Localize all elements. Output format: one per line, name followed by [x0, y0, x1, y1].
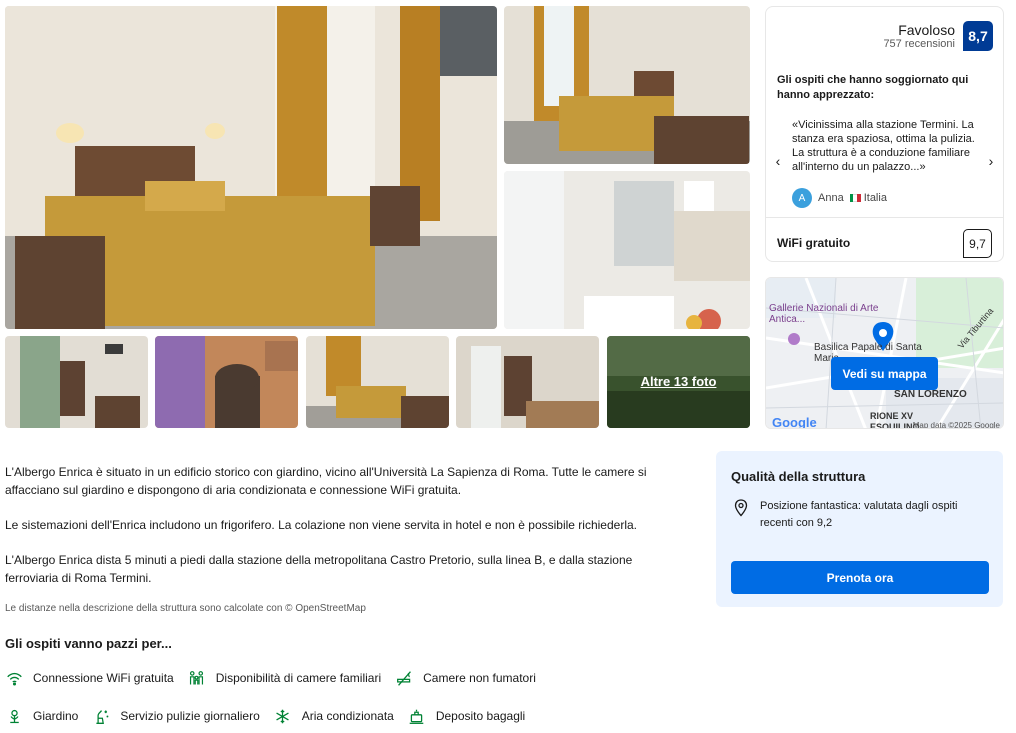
location-map[interactable]: Gallerie Nazionali di Arte Antica... Bas…: [765, 277, 1004, 429]
location-score-text: Posizione fantastica: valutata dagli osp…: [760, 500, 958, 529]
wifi-rating-label: WiFi gratuito: [777, 236, 851, 250]
reviewer-country: Italia: [863, 192, 887, 204]
wifi-icon: [5, 669, 23, 687]
snowflake-icon: [274, 707, 292, 725]
italy-flag-icon: [849, 194, 861, 203]
map-copyright: Map data ©2025 Google: [912, 421, 1000, 429]
view-on-map-button[interactable]: Vedi su mappa: [831, 357, 938, 390]
description-paragraph: L'Albergo Enrica dista 5 minuti a piedi …: [5, 553, 633, 585]
facility-luggage: Deposito bagagli: [408, 707, 525, 725]
favourites-title: Gli ospiti vanno pazzi per...: [5, 636, 172, 651]
facility-label: Deposito bagagli: [435, 709, 526, 723]
map-label-gallerie: Gallerie Nazionali di Arte Antica...: [769, 303, 879, 325]
facilities-row-2: Giardino Servizio pulizie giornaliero Ar…: [5, 707, 705, 725]
score-badge: 8,7: [963, 21, 993, 51]
cleaning-icon: [92, 707, 110, 725]
facility-label: Camere non fumatori: [423, 671, 536, 685]
wifi-score-badge: 9,7: [963, 229, 992, 258]
facility-cleaning: Servizio pulizie giornaliero: [92, 707, 260, 725]
luggage-icon: [408, 707, 426, 725]
bathroom-photo[interactable]: [504, 171, 750, 329]
room-photo[interactable]: [504, 6, 750, 164]
more-photos-link[interactable]: Altre 13 foto: [607, 374, 750, 389]
facilities-row-1: Connessione WiFi gratuita Disponibilità …: [5, 669, 705, 687]
highlights-title: Qualità della struttura: [731, 469, 866, 484]
facility-air-conditioning: Aria condizionata: [274, 707, 394, 725]
thumb-photo-more[interactable]: Altre 13 foto: [607, 336, 750, 428]
reviewer-info: A Anna Italia: [792, 188, 887, 208]
book-now-button[interactable]: Prenota ora: [731, 561, 989, 594]
thumb-photo-3[interactable]: [306, 336, 449, 428]
facility-label: Connessione WiFi gratuita: [33, 671, 174, 685]
garden-icon: [5, 707, 23, 725]
facility-label: Disponibilità di camere familiari: [215, 671, 382, 685]
prev-review-arrow[interactable]: ‹: [771, 153, 785, 169]
thumb-photo-2[interactable]: [155, 336, 298, 428]
map-label-lorenzo: SAN LORENZO: [894, 389, 967, 400]
facility-label: Servizio pulizie giornaliero: [120, 709, 260, 723]
liked-title: Gli ospiti che hanno soggiornato qui han…: [777, 74, 969, 101]
facility-garden: Giardino: [5, 707, 78, 725]
main-photo[interactable]: [5, 6, 497, 329]
facility-non-smoking: Camere non fumatori: [395, 669, 536, 687]
osm-note: Le distanze nella descrizione della stru…: [5, 603, 366, 614]
property-description: L'Albergo Enrica è situato in un edifici…: [5, 463, 685, 604]
review-count: 757 recensioni: [883, 37, 955, 50]
review-quote[interactable]: «Vicinissima alla stazione Termini. La s…: [792, 118, 978, 174]
thumb-photo-1[interactable]: [5, 336, 148, 428]
rating-summary[interactable]: Favoloso 757 recensioni 8,7: [883, 21, 993, 51]
family-icon: [188, 669, 206, 687]
facility-label: Giardino: [33, 709, 79, 723]
google-logo: Google: [772, 415, 817, 429]
facility-family: Disponibilità di camere familiari: [188, 669, 381, 687]
facility-label: Aria condizionata: [301, 709, 394, 723]
description-paragraph: Le sistemazioni dell'Enrica includono un…: [5, 518, 637, 532]
reviewer-country-wrap: Italia: [849, 192, 887, 204]
no-smoking-icon: [395, 669, 413, 687]
reviewer-name: Anna: [818, 192, 844, 204]
property-highlights: Qualità della struttura Posizione fantas…: [716, 451, 1003, 607]
location-pin-icon: [734, 499, 748, 517]
avatar: A: [792, 188, 812, 208]
thumb-photo-4[interactable]: [456, 336, 599, 428]
facility-wifi: Connessione WiFi gratuita: [5, 669, 174, 687]
review-card: Favoloso 757 recensioni 8,7 Gli ospiti c…: [765, 6, 1004, 262]
description-paragraph: L'Albergo Enrica è situato in un edifici…: [5, 465, 647, 497]
rating-word: Favoloso: [898, 21, 955, 38]
next-review-arrow[interactable]: ›: [984, 153, 998, 169]
divider: [766, 217, 1003, 218]
